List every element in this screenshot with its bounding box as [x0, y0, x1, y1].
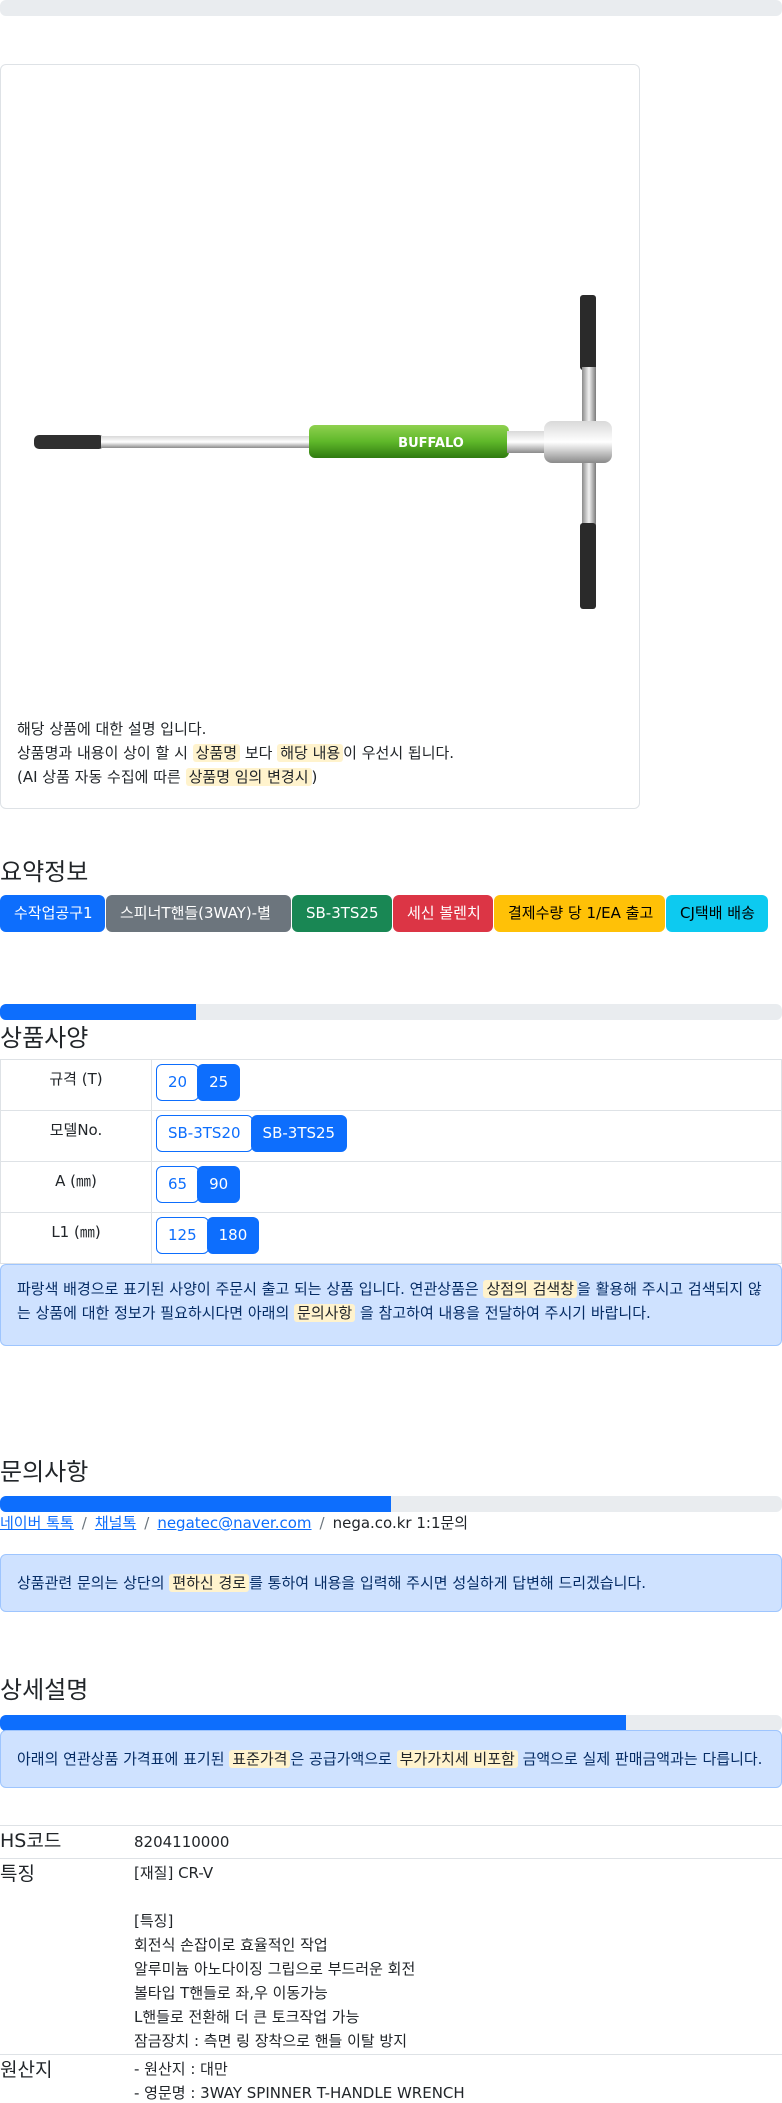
naver-talk-link[interactable]: 네이버 톡톡: [0, 1514, 74, 1532]
spec-option-button[interactable]: 20: [156, 1064, 200, 1101]
spec-options: 20 25: [151, 1059, 782, 1111]
origin-label: 원산지: [0, 2059, 53, 2081]
highlight-standard-price: 표준가격: [229, 1750, 291, 1768]
detail-line: 잠금장치 : 측면 링 장착으로 핸들 이탈 방지: [134, 2032, 408, 2050]
product-image: BUFFALO: [34, 295, 612, 609]
spec-option-button[interactable]: 180: [206, 1217, 260, 1254]
badge-shipping: CJ택배 배송: [666, 895, 768, 932]
spec-options: SB-3TS20 SB-3TS25: [151, 1110, 782, 1162]
summary-title: 요약정보: [0, 858, 89, 886]
highlight-product-name: 상품명: [192, 744, 241, 762]
brand-text: BUFFALO: [398, 436, 464, 451]
highlight-vat: 부가가치세 비포함: [396, 1750, 518, 1768]
spec-table: 규격 (T) 20 25 모델No. SB-3TS20 SB-3TS25 A (㎜) 65 90…: [0, 1059, 782, 1264]
image-notice: 해당 상품에 대한 설명 입니다. 상품명과 내용이 상이 할 시 상품명 보다…: [17, 717, 454, 789]
highlight-name-change: 상품명 임의 변경시: [185, 768, 312, 786]
spec-label: A (㎜): [0, 1161, 152, 1213]
highlight-route: 편하신 경로: [169, 1574, 250, 1592]
email-link[interactable]: negatec@naver.com: [157, 1514, 311, 1532]
image-notice-line2: 상품명과 내용이 상이 할 시 상품명 보다 해당 내용 이 우선시 됩니다.: [17, 744, 455, 762]
badge-quantity: 결제수량 당 1/EA 출고: [494, 895, 665, 932]
detail-line: 회전식 손잡이로 효율적인 작업: [134, 1936, 328, 1954]
detail-line: [재질] CR-V: [134, 1864, 214, 1882]
spec-row: A (㎜) 65 90: [0, 1161, 782, 1213]
detail-line: - 영문명 : 3WAY SPINNER T-HANDLE WRENCH: [134, 2084, 465, 2102]
inquiry-notice: 상품관련 문의는 상단의 편하신 경로 를 통하여 내용을 입력해 주시면 성실하…: [0, 1554, 782, 1612]
channel-talk-link[interactable]: 채널톡: [95, 1514, 136, 1532]
detail-title: 상세설명: [0, 1676, 89, 1704]
spec-row: L1 (㎜) 125 180: [0, 1212, 782, 1264]
highlight-search: 상점의 검색창: [483, 1280, 578, 1298]
detail-line: [134, 1885, 415, 1909]
top-progress-bar: [0, 0, 782, 16]
highlight-content: 해당 내용: [277, 744, 344, 762]
spec-option-button[interactable]: SB-3TS25: [250, 1115, 348, 1152]
spec-options: 125 180: [151, 1212, 782, 1264]
spec-option-button[interactable]: 90: [197, 1166, 241, 1203]
detail-notice: 아래의 연관상품 가격표에 표기된 표준가격 은 공급가액으로 부가가치세 비포함…: [0, 1730, 782, 1788]
spec-title: 상품사양: [0, 1024, 89, 1052]
feature-value: [재질] CR-V [특징] 회전식 손잡이로 효율적인 작업알루미늄 아노다이징…: [134, 1861, 415, 2053]
badge-model: SB-3TS25: [292, 895, 392, 932]
spec-option-button[interactable]: 25: [197, 1064, 241, 1101]
detail-line: [특징]: [134, 1912, 174, 1930]
spec-option-button[interactable]: 65: [156, 1166, 200, 1203]
feature-label: 특징: [0, 1863, 35, 1885]
spec-label: 규격 (T): [0, 1059, 152, 1111]
detail-line: L핸들로 전환해 더 큰 토크작업 가능: [134, 2008, 360, 2026]
product-image-card: BUFFALO 해당 상품에 대한 설명 입니다. 상품명과 내용이 상이 할 …: [0, 64, 640, 809]
detail-line: 알루미늄 아노다이징 그립으로 부드러운 회전: [134, 1960, 416, 1978]
image-notice-line1: 해당 상품에 대한 설명 입니다.: [17, 720, 207, 738]
inquiry-progress-fill: [0, 1496, 391, 1512]
badge-brand: 세신 볼렌치: [393, 895, 493, 932]
spec-option-button[interactable]: SB-3TS20: [156, 1115, 253, 1152]
inquiry-title: 문의사항: [0, 1458, 89, 1486]
spec-notice: 파랑색 배경으로 표기된 사양이 주문시 출고 되는 상품 입니다. 연관상품은…: [0, 1264, 782, 1346]
hs-code-value: 8204110000: [134, 1833, 230, 1851]
summary-badges: 수작업공구1 스피너T핸들(3WAY)-별 SB-3TS25 세신 볼렌치 결제…: [0, 895, 769, 932]
highlight-inquiry: 문의사항: [294, 1304, 356, 1322]
origin-row: 원산지 - 원산지 : 대만 - 영문명 : 3WAY SPINNER T-HAN…: [0, 2054, 782, 2103]
spec-label: 모델No.: [0, 1110, 152, 1162]
detail-line: 볼타입 T핸들로 좌,우 이동가능: [134, 1984, 328, 2002]
hs-code-row: HS코드 8204110000: [0, 1825, 782, 1858]
spec-label: L1 (㎜): [0, 1212, 152, 1264]
contact-links: 네이버 톡톡 / 채널톡 / negatec@naver.com / nega.co.kr …: [0, 1514, 469, 1532]
spec-options: 65 90: [151, 1161, 782, 1213]
spec-row: 모델No. SB-3TS20 SB-3TS25: [0, 1110, 782, 1162]
spec-row: 규격 (T) 20 25: [0, 1059, 782, 1111]
badge-product-name: 스피너T핸들(3WAY)-별: [106, 895, 291, 932]
hs-code-label: HS코드: [0, 1830, 62, 1852]
inquiry-progress-bar: [0, 1496, 782, 1512]
detail-progress-bar: [0, 1715, 782, 1731]
detail-progress-fill: [0, 1715, 626, 1731]
spec-option-button[interactable]: 125: [156, 1217, 209, 1254]
site-inquiry-text: nega.co.kr 1:1문의: [332, 1514, 469, 1532]
feature-row: 특징 [재질] CR-V [특징] 회전식 손잡이로 효율적인 작업알루미늄 아노…: [0, 1858, 782, 2054]
badge-category: 수작업공구1: [0, 895, 105, 932]
image-notice-line3: (AI 상품 자동 수집에 따른 상품명 임의 변경시): [17, 768, 318, 786]
origin-value: - 원산지 : 대만 - 영문명 : 3WAY SPINNER T-HANDLE …: [134, 2057, 465, 2103]
detail-line: - 원산지 : 대만: [134, 2060, 228, 2078]
spec-progress-bar: [0, 1004, 782, 1020]
